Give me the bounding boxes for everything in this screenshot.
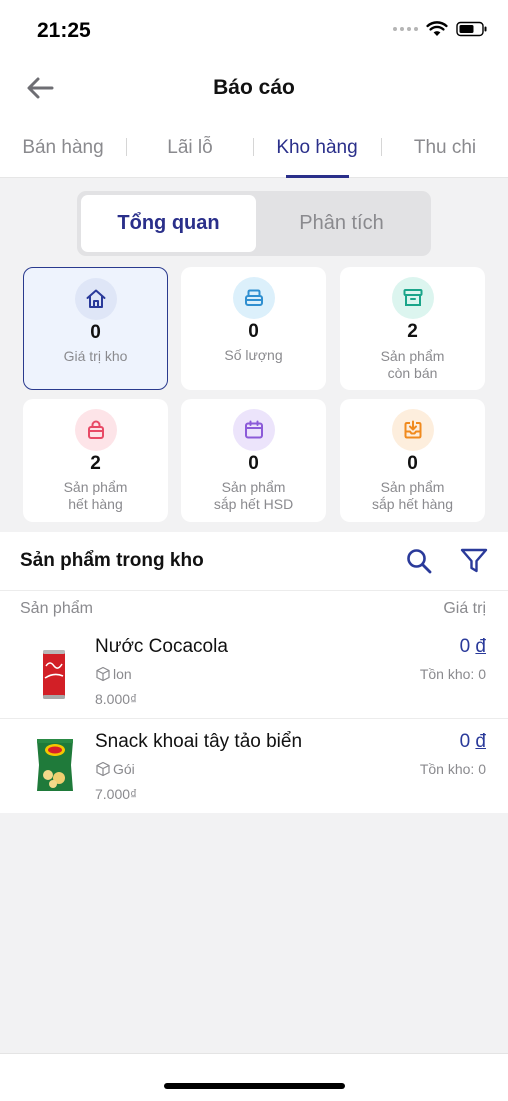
view-segmented-control: Tổng quan Phân tích xyxy=(77,191,431,256)
product-price: 8.000₫ xyxy=(95,691,138,707)
stat-label: Sản phẩm sắp hết HSD xyxy=(213,479,294,512)
product-name: Nước Cocacola xyxy=(95,636,228,657)
unit-label: Gói xyxy=(113,761,135,777)
package-icon xyxy=(96,761,110,777)
currency-symbol: đ xyxy=(475,636,486,657)
inbox-download-icon xyxy=(391,409,434,451)
report-tabs: Bán hàng Lãi lỗ Kho hàng Thu chi xyxy=(0,118,508,178)
stat-value: 0 xyxy=(90,322,101,343)
unit-label: lon xyxy=(113,666,132,682)
stat-card-low-stock[interactable]: 0 Sản phẩm sắp hết hàng xyxy=(340,399,485,522)
product-row[interactable]: Nước Cocacola lon 8.000₫ 0 đ Tồn kho: 0 xyxy=(0,624,508,718)
tab-thu-chi[interactable]: Thu chi xyxy=(382,118,508,178)
stat-label: Sản phẩm sắp hết hàng xyxy=(372,479,453,512)
calendar-icon xyxy=(232,409,275,451)
status-bar: 21:25 xyxy=(0,0,508,58)
tab-lai-lo[interactable]: Lãi lỗ xyxy=(127,118,253,178)
stat-label: Sản phẩm còn bán xyxy=(380,348,445,381)
stat-value: 2 xyxy=(407,321,418,342)
inventory-section: Sản phẩm trong kho Sản phẩm Giá trị Nước… xyxy=(0,532,508,813)
product-stock: Tồn kho: 0 xyxy=(419,666,486,682)
stat-value: 0 xyxy=(248,453,259,474)
home-icon xyxy=(74,278,117,320)
value-amount: 0 xyxy=(459,636,471,657)
bag-icon xyxy=(74,409,117,451)
stat-value: 0 xyxy=(407,453,418,474)
active-tab-indicator xyxy=(286,175,349,178)
tab-label: Kho hàng xyxy=(276,137,358,158)
product-stock: Tồn kho: 0 xyxy=(419,761,486,777)
stat-card-out-of-stock[interactable]: 2 Sản phẩm hết hàng xyxy=(23,399,168,522)
stat-label: Số lượng xyxy=(224,347,283,363)
search-icon xyxy=(407,549,432,574)
page-title: Báo cáo xyxy=(213,76,295,99)
stat-card-expiring-soon[interactable]: 0 Sản phẩm sắp hết HSD xyxy=(181,399,326,522)
product-price: 7.000₫ xyxy=(95,786,138,802)
product-value: 0 đ xyxy=(460,636,486,658)
archive-icon xyxy=(391,277,434,319)
section-title: Sản phẩm trong kho xyxy=(20,550,204,571)
stat-value: 2 xyxy=(90,453,101,474)
stat-label: Sản phẩm hết hàng xyxy=(63,479,128,512)
product-unit: lon xyxy=(95,666,132,682)
bottom-safe-area xyxy=(0,1054,508,1101)
package-icon xyxy=(96,666,110,682)
product-row[interactable]: Snack khoai tây tảo biển Gói 7.000₫ 0 đ … xyxy=(0,719,508,813)
search-button[interactable] xyxy=(404,546,434,576)
segment-analysis[interactable]: Phân tích xyxy=(256,195,427,252)
tab-kho-hang[interactable]: Kho hàng xyxy=(254,118,380,178)
home-indicator xyxy=(164,1083,345,1089)
tab-label: Bán hàng xyxy=(22,137,104,158)
segment-overview[interactable]: Tổng quan xyxy=(81,195,256,252)
product-name: Snack khoai tây tảo biển xyxy=(95,731,303,752)
nav-bar: Báo cáo xyxy=(0,58,508,118)
product-unit: Gói xyxy=(95,761,135,777)
column-header-value: Giá trị xyxy=(443,600,486,617)
filter-button[interactable] xyxy=(459,546,489,576)
wifi-icon xyxy=(426,21,448,36)
tab-label: Lãi lỗ xyxy=(167,137,213,158)
currency-symbol: đ xyxy=(475,731,486,752)
snack-bag-image xyxy=(33,737,77,793)
battery-icon xyxy=(456,21,487,37)
filter-icon xyxy=(460,548,488,573)
cola-can-image xyxy=(32,646,76,702)
product-value: 0 đ xyxy=(460,731,486,753)
divider xyxy=(0,590,508,591)
tab-ban-hang[interactable]: Bán hàng xyxy=(0,118,126,178)
tab-label: Thu chi xyxy=(413,137,477,158)
stat-card-products-in-stock[interactable]: 2 Sản phẩm còn bán xyxy=(340,267,485,390)
signal-icon xyxy=(393,27,418,31)
status-time: 21:25 xyxy=(37,19,91,42)
box-icon xyxy=(232,277,275,319)
stat-card-inventory-value[interactable]: 0 Giá trị kho xyxy=(23,267,168,390)
stat-value: 0 xyxy=(248,321,259,342)
stat-card-quantity[interactable]: 0 Số lượng xyxy=(181,267,326,390)
stat-label: Giá trị kho xyxy=(63,348,128,364)
column-header-product: Sản phẩm xyxy=(20,600,93,617)
value-amount: 0 xyxy=(459,731,471,752)
status-icons xyxy=(393,21,488,37)
